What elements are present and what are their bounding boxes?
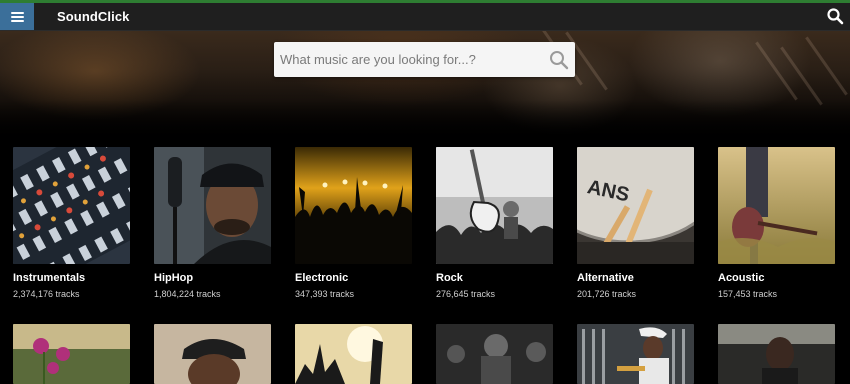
genre-name[interactable]: Instrumentals (13, 272, 85, 284)
genre-image[interactable] (577, 324, 694, 384)
menu-button[interactable] (0, 3, 34, 30)
search-icon[interactable] (826, 7, 844, 25)
genre-image[interactable] (13, 324, 130, 384)
genre-track-count: 347,393 tracks (295, 289, 355, 299)
genre-image[interactable]: ANS (577, 147, 694, 264)
genre-image[interactable] (154, 324, 271, 384)
genre-image[interactable] (295, 324, 412, 384)
genre-track-count: 2,374,176 tracks (13, 289, 80, 299)
brand-logo[interactable]: SoundClick (57, 9, 130, 24)
genre-name[interactable]: HipHop (154, 272, 193, 284)
music-search-input[interactable] (274, 42, 540, 77)
genre-card-alternative[interactable]: ANS Alternative 201,726 tracks (577, 147, 695, 299)
search-icon[interactable] (549, 50, 569, 70)
genre-image[interactable] (295, 147, 412, 264)
genre-name[interactable]: Alternative (577, 272, 634, 284)
genre-track-count: 276,645 tracks (436, 289, 496, 299)
genre-card-rock[interactable]: Rock 276,645 tracks (436, 147, 554, 299)
genre-card-hiphop[interactable]: HipHop 1,804,224 tracks (154, 147, 272, 299)
genre-name[interactable]: Rock (436, 272, 463, 284)
genre-image[interactable] (436, 147, 553, 264)
genre-name[interactable]: Acoustic (718, 272, 764, 284)
genre-image[interactable] (718, 147, 835, 264)
genre-image[interactable] (13, 147, 130, 264)
top-navbar: SoundClick (0, 3, 850, 31)
music-search-box (274, 42, 575, 77)
hamburger-menu-icon (10, 11, 24, 22)
genre-track-count: 1,804,224 tracks (154, 289, 221, 299)
genre-track-count: 201,726 tracks (577, 289, 637, 299)
genre-card-instrumentals[interactable]: Instrumentals 2,374,176 tracks (13, 147, 131, 299)
genre-track-count: 157,453 tracks (718, 289, 778, 299)
genre-image[interactable] (154, 147, 271, 264)
genre-image[interactable] (718, 324, 835, 384)
genre-card-electronic[interactable]: Electronic 347,393 tracks (295, 147, 413, 299)
genre-image[interactable] (436, 324, 553, 384)
genre-card-acoustic[interactable]: Acoustic 157,453 tracks (718, 147, 836, 299)
genre-name[interactable]: Electronic (295, 272, 348, 284)
